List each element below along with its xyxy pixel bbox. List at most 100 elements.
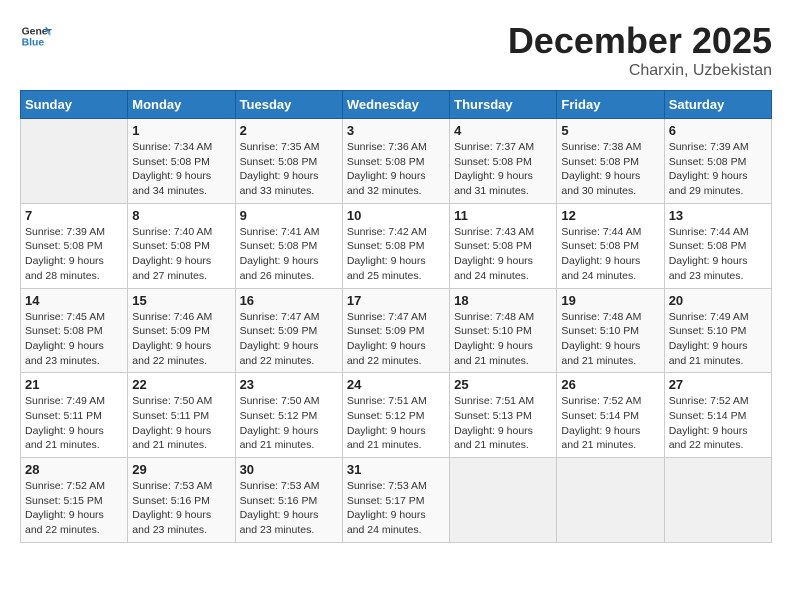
day-info: Sunrise: 7:43 AMSunset: 5:08 PMDaylight:… (454, 225, 552, 284)
calendar-cell: 4 Sunrise: 7:37 AMSunset: 5:08 PMDaylight… (450, 119, 557, 204)
weekday-header-thursday: Thursday (450, 91, 557, 119)
day-info: Sunrise: 7:44 AMSunset: 5:08 PMDaylight:… (669, 225, 767, 284)
day-info: Sunrise: 7:52 AMSunset: 5:14 PMDaylight:… (561, 394, 659, 453)
calendar-cell: 8 Sunrise: 7:40 AMSunset: 5:08 PMDaylight… (128, 203, 235, 288)
calendar-cell: 27Sunrise: 7:52 AMSunset: 5:14 PMDayligh… (664, 373, 771, 458)
day-number: 25 (454, 377, 552, 392)
day-info: Sunrise: 7:42 AMSunset: 5:08 PMDaylight:… (347, 225, 445, 284)
day-number: 14 (25, 293, 123, 308)
weekday-header-monday: Monday (128, 91, 235, 119)
calendar-cell: 23 Sunrise: 7:50 AMSunset: 5:12 PMDayligh… (235, 373, 342, 458)
day-number: 16 (240, 293, 338, 308)
day-number: 9 (240, 208, 338, 223)
calendar-table: SundayMondayTuesdayWednesdayThursdayFrid… (20, 90, 772, 543)
calendar-cell: 28Sunrise: 7:52 AMSunset: 5:15 PMDayligh… (21, 458, 128, 543)
calendar-cell: 2 Sunrise: 7:35 AMSunset: 5:08 PMDaylight… (235, 119, 342, 204)
location-title: Charxin, Uzbekistan (508, 62, 772, 80)
weekday-header-sunday: Sunday (21, 91, 128, 119)
calendar-cell (557, 458, 664, 543)
calendar-week-3: 14 Sunrise: 7:45 AMSunset: 5:08 PMDayligh… (21, 288, 772, 373)
day-number: 18 (454, 293, 552, 308)
calendar-cell: 24 Sunrise: 7:51 AMSunset: 5:12 PMDayligh… (342, 373, 449, 458)
calendar-cell: 18 Sunrise: 7:48 AMSunset: 5:10 PMDayligh… (450, 288, 557, 373)
calendar-cell: 29 Sunrise: 7:53 AMSunset: 5:16 PMDayligh… (128, 458, 235, 543)
calendar-cell: 19Sunrise: 7:48 AMSunset: 5:10 PMDayligh… (557, 288, 664, 373)
calendar-cell: 22 Sunrise: 7:50 AMSunset: 5:11 PMDayligh… (128, 373, 235, 458)
calendar-cell: 13 Sunrise: 7:44 AMSunset: 5:08 PMDayligh… (664, 203, 771, 288)
day-info: Sunrise: 7:49 AMSunset: 5:10 PMDaylight:… (669, 310, 767, 369)
day-info: Sunrise: 7:52 AMSunset: 5:15 PMDaylight:… (25, 479, 123, 538)
day-info: Sunrise: 7:37 AMSunset: 5:08 PMDaylight:… (454, 140, 552, 199)
logo-icon: General Blue (20, 20, 52, 52)
weekday-header-friday: Friday (557, 91, 664, 119)
calendar-cell: 6 Sunrise: 7:39 AMSunset: 5:08 PMDaylight… (664, 119, 771, 204)
calendar-body: 1Sunrise: 7:34 AMSunset: 5:08 PMDaylight… (21, 119, 772, 543)
calendar-cell: 14 Sunrise: 7:45 AMSunset: 5:08 PMDayligh… (21, 288, 128, 373)
day-number: 8 (132, 208, 230, 223)
day-info: Sunrise: 7:48 AMSunset: 5:10 PMDaylight:… (561, 310, 659, 369)
calendar-week-1: 1Sunrise: 7:34 AMSunset: 5:08 PMDaylight… (21, 119, 772, 204)
calendar-cell: 16 Sunrise: 7:47 AMSunset: 5:09 PMDayligh… (235, 288, 342, 373)
calendar-cell (664, 458, 771, 543)
day-info: Sunrise: 7:36 AMSunset: 5:08 PMDaylight:… (347, 140, 445, 199)
calendar-cell: 30Sunrise: 7:53 AMSunset: 5:16 PMDayligh… (235, 458, 342, 543)
calendar-cell (450, 458, 557, 543)
day-number: 3 (347, 123, 445, 138)
day-info: Sunrise: 7:45 AMSunset: 5:08 PMDaylight:… (25, 310, 123, 369)
day-number: 4 (454, 123, 552, 138)
day-number: 2 (240, 123, 338, 138)
calendar-cell: 20 Sunrise: 7:49 AMSunset: 5:10 PMDayligh… (664, 288, 771, 373)
day-info: Sunrise: 7:49 AMSunset: 5:11 PMDaylight:… (25, 394, 123, 453)
day-info: Sunrise: 7:46 AMSunset: 5:09 PMDaylight:… (132, 310, 230, 369)
day-number: 24 (347, 377, 445, 392)
calendar-week-4: 21 Sunrise: 7:49 AMSunset: 5:11 PMDayligh… (21, 373, 772, 458)
day-info: Sunrise: 7:48 AMSunset: 5:10 PMDaylight:… (454, 310, 552, 369)
calendar-cell: 3 Sunrise: 7:36 AMSunset: 5:08 PMDaylight… (342, 119, 449, 204)
weekday-header-saturday: Saturday (664, 91, 771, 119)
calendar-cell: 21 Sunrise: 7:49 AMSunset: 5:11 PMDayligh… (21, 373, 128, 458)
calendar-cell: 17Sunrise: 7:47 AMSunset: 5:09 PMDayligh… (342, 288, 449, 373)
day-number: 20 (669, 293, 767, 308)
day-number: 31 (347, 462, 445, 477)
day-number: 21 (25, 377, 123, 392)
day-info: Sunrise: 7:34 AMSunset: 5:08 PMDaylight:… (132, 140, 230, 199)
day-number: 26 (561, 377, 659, 392)
day-number: 30 (240, 462, 338, 477)
day-info: Sunrise: 7:53 AMSunset: 5:17 PMDaylight:… (347, 479, 445, 538)
calendar-cell: 1Sunrise: 7:34 AMSunset: 5:08 PMDaylight… (128, 119, 235, 204)
day-number: 23 (240, 377, 338, 392)
page-header: General Blue December 2025 Charxin, Uzbe… (20, 20, 772, 80)
calendar-cell: 5Sunrise: 7:38 AMSunset: 5:08 PMDaylight… (557, 119, 664, 204)
day-number: 7 (25, 208, 123, 223)
calendar-week-5: 28Sunrise: 7:52 AMSunset: 5:15 PMDayligh… (21, 458, 772, 543)
day-info: Sunrise: 7:51 AMSunset: 5:12 PMDaylight:… (347, 394, 445, 453)
day-number: 6 (669, 123, 767, 138)
day-number: 27 (669, 377, 767, 392)
day-info: Sunrise: 7:50 AMSunset: 5:11 PMDaylight:… (132, 394, 230, 453)
day-number: 13 (669, 208, 767, 223)
day-number: 15 (132, 293, 230, 308)
day-number: 11 (454, 208, 552, 223)
calendar-week-2: 7Sunrise: 7:39 AMSunset: 5:08 PMDaylight… (21, 203, 772, 288)
day-number: 22 (132, 377, 230, 392)
day-number: 29 (132, 462, 230, 477)
day-info: Sunrise: 7:39 AMSunset: 5:08 PMDaylight:… (669, 140, 767, 199)
day-number: 5 (561, 123, 659, 138)
day-info: Sunrise: 7:41 AMSunset: 5:08 PMDaylight:… (240, 225, 338, 284)
day-info: Sunrise: 7:40 AMSunset: 5:08 PMDaylight:… (132, 225, 230, 284)
weekday-header-tuesday: Tuesday (235, 91, 342, 119)
month-title: December 2025 (508, 20, 772, 62)
day-info: Sunrise: 7:44 AMSunset: 5:08 PMDaylight:… (561, 225, 659, 284)
calendar-cell: 7Sunrise: 7:39 AMSunset: 5:08 PMDaylight… (21, 203, 128, 288)
title-area: December 2025 Charxin, Uzbekistan (508, 20, 772, 80)
day-info: Sunrise: 7:50 AMSunset: 5:12 PMDaylight:… (240, 394, 338, 453)
day-info: Sunrise: 7:53 AMSunset: 5:16 PMDaylight:… (132, 479, 230, 538)
calendar-cell: 31 Sunrise: 7:53 AMSunset: 5:17 PMDayligh… (342, 458, 449, 543)
day-info: Sunrise: 7:35 AMSunset: 5:08 PMDaylight:… (240, 140, 338, 199)
calendar-cell (21, 119, 128, 204)
calendar-cell: 10 Sunrise: 7:42 AMSunset: 5:08 PMDayligh… (342, 203, 449, 288)
day-number: 10 (347, 208, 445, 223)
weekday-row: SundayMondayTuesdayWednesdayThursdayFrid… (21, 91, 772, 119)
day-info: Sunrise: 7:47 AMSunset: 5:09 PMDaylight:… (240, 310, 338, 369)
svg-text:Blue: Blue (22, 38, 45, 49)
